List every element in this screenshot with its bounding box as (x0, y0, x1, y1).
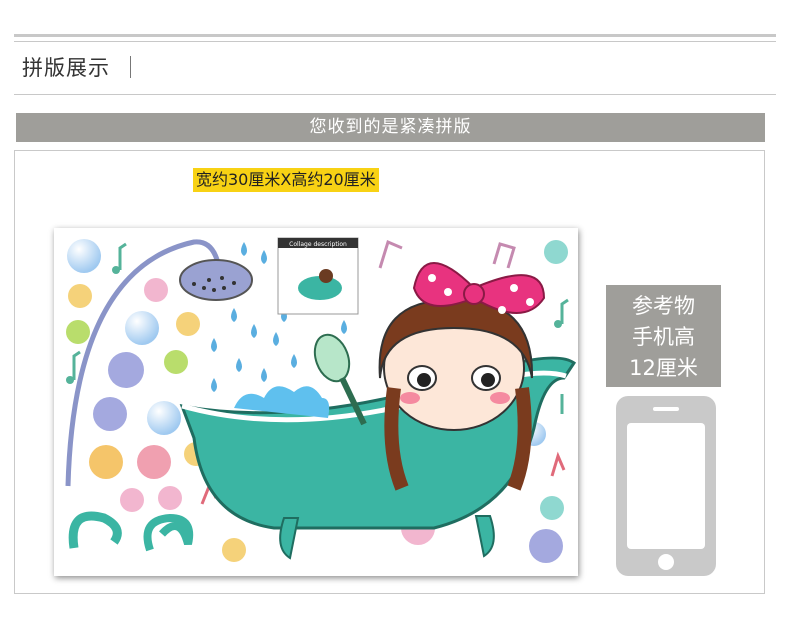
size-label: 宽约30厘米X高约20厘米 (193, 168, 379, 192)
title-separator (130, 56, 131, 78)
layout-banner: 您收到的是紧凑拼版 (16, 113, 765, 142)
reference-line-3: 12厘米 (629, 356, 698, 380)
top-divider-thin (14, 41, 776, 42)
inset-caption: Collage description (289, 241, 347, 248)
section-divider (14, 94, 776, 95)
reference-box: 参考物 手机高 12厘米 (606, 285, 721, 387)
reference-line-2: 手机高 (632, 325, 695, 349)
reference-line-1: 参考物 (632, 294, 695, 318)
wall-sticker-image: Collage description (54, 228, 578, 576)
bath-girl-illustration: Collage description (65, 237, 577, 563)
phone-icon (615, 395, 717, 577)
section-title: 拼版展示 (22, 56, 110, 80)
top-divider (14, 34, 776, 37)
